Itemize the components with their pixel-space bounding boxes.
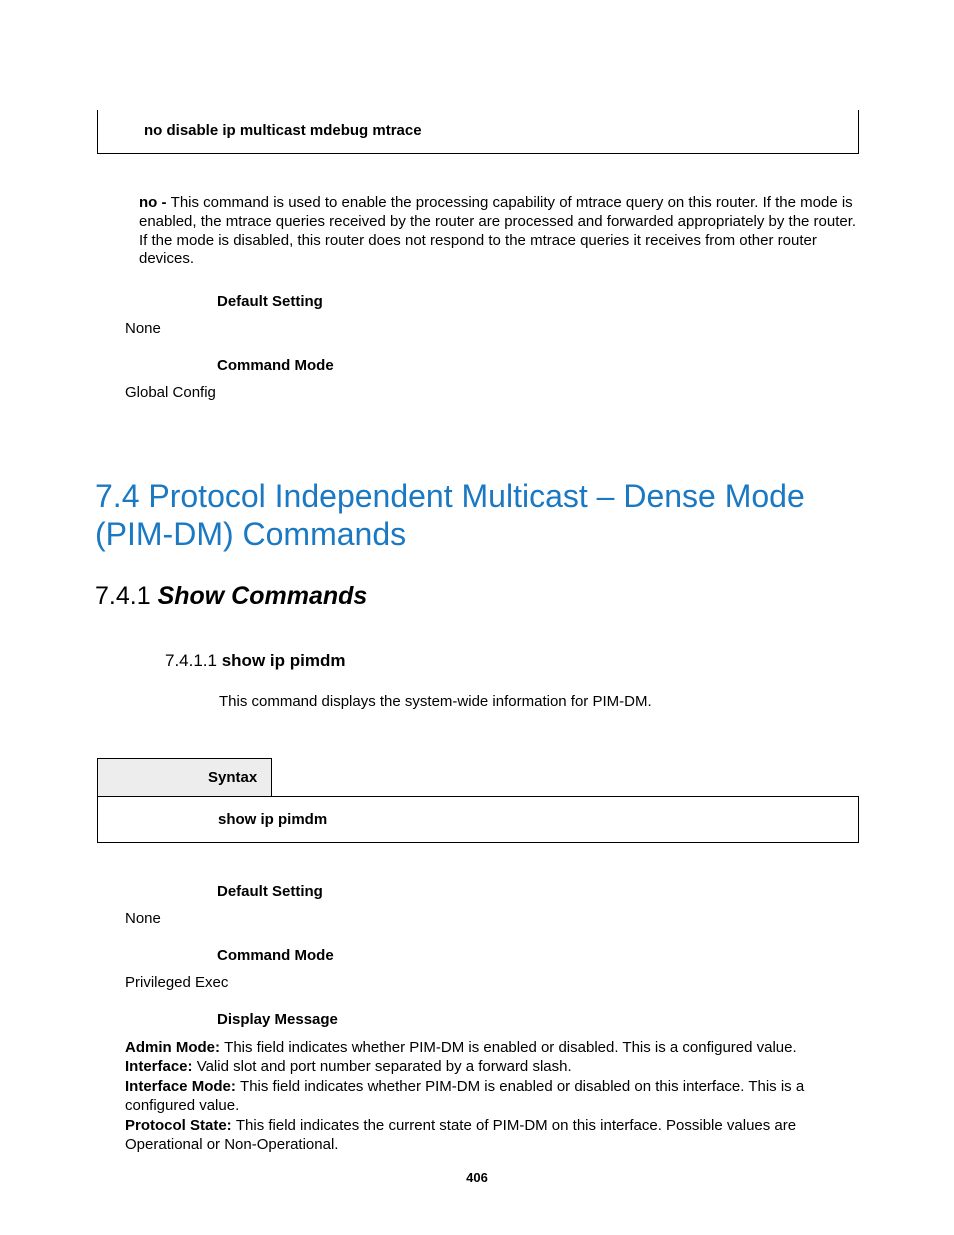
display-message-items: Admin Mode: This field indicates whether… xyxy=(95,1038,859,1155)
syntax-group: Syntax show ip pimdm xyxy=(97,758,859,843)
default-setting-heading: Default Setting xyxy=(95,293,859,310)
interface-label: Interface: xyxy=(125,1058,197,1075)
default-setting-value: None xyxy=(95,320,859,337)
interface-text: Valid slot and port number separated by … xyxy=(197,1058,572,1075)
command-title: show ip pimdm xyxy=(222,651,346,670)
default-setting-heading-2: Default Setting xyxy=(95,883,859,900)
interface-mode-label: Interface Mode: xyxy=(125,1078,240,1095)
no-prefix-label: no - xyxy=(139,194,171,211)
admin-mode-text: This field indicates whether PIM-DM is e… xyxy=(224,1039,797,1056)
syntax-label: Syntax xyxy=(97,758,272,797)
command-mode-heading: Command Mode xyxy=(95,357,859,374)
page-container: no disable ip multicast mdebug mtrace no… xyxy=(0,0,954,1235)
subsection-number: 7.4.1 xyxy=(95,582,158,610)
syntax-command-text: no disable ip multicast mdebug mtrace xyxy=(98,122,858,139)
protocol-state-label: Protocol State: xyxy=(125,1117,236,1134)
section-heading-7-4: 7.4 Protocol Independent Multicast – Den… xyxy=(95,477,859,554)
syntax-command-text-2: show ip pimdm xyxy=(98,811,858,828)
syntax-command-box-top: no disable ip multicast mdebug mtrace xyxy=(97,110,859,154)
admin-mode-label: Admin Mode: xyxy=(125,1039,224,1056)
command-number: 7.4.1.1 xyxy=(165,651,222,670)
display-item-interface: Interface: Valid slot and port number se… xyxy=(125,1057,859,1077)
page-number: 406 xyxy=(0,1170,954,1185)
subsection-heading-7-4-1: 7.4.1 Show Commands xyxy=(95,582,859,611)
subsection-title: Show Commands xyxy=(158,582,368,610)
display-message-heading: Display Message xyxy=(95,1011,859,1028)
command-heading-7-4-1-1: 7.4.1.1 show ip pimdm xyxy=(95,651,859,671)
command-description: This command displays the system-wide in… xyxy=(95,693,859,710)
display-item-protocol-state: Protocol State: This field indicates the… xyxy=(125,1116,859,1155)
command-mode-value-2: Privileged Exec xyxy=(95,974,859,991)
no-description-text: This command is used to enable the proce… xyxy=(139,194,856,267)
default-setting-value-2: None xyxy=(95,910,859,927)
syntax-command-box: show ip pimdm xyxy=(97,796,859,843)
display-item-admin-mode: Admin Mode: This field indicates whether… xyxy=(125,1038,859,1058)
command-mode-heading-2: Command Mode xyxy=(95,947,859,964)
display-item-interface-mode: Interface Mode: This field indicates whe… xyxy=(125,1077,859,1116)
no-description-paragraph: no - This command is used to enable the … xyxy=(95,194,859,269)
command-mode-value: Global Config xyxy=(95,384,859,401)
